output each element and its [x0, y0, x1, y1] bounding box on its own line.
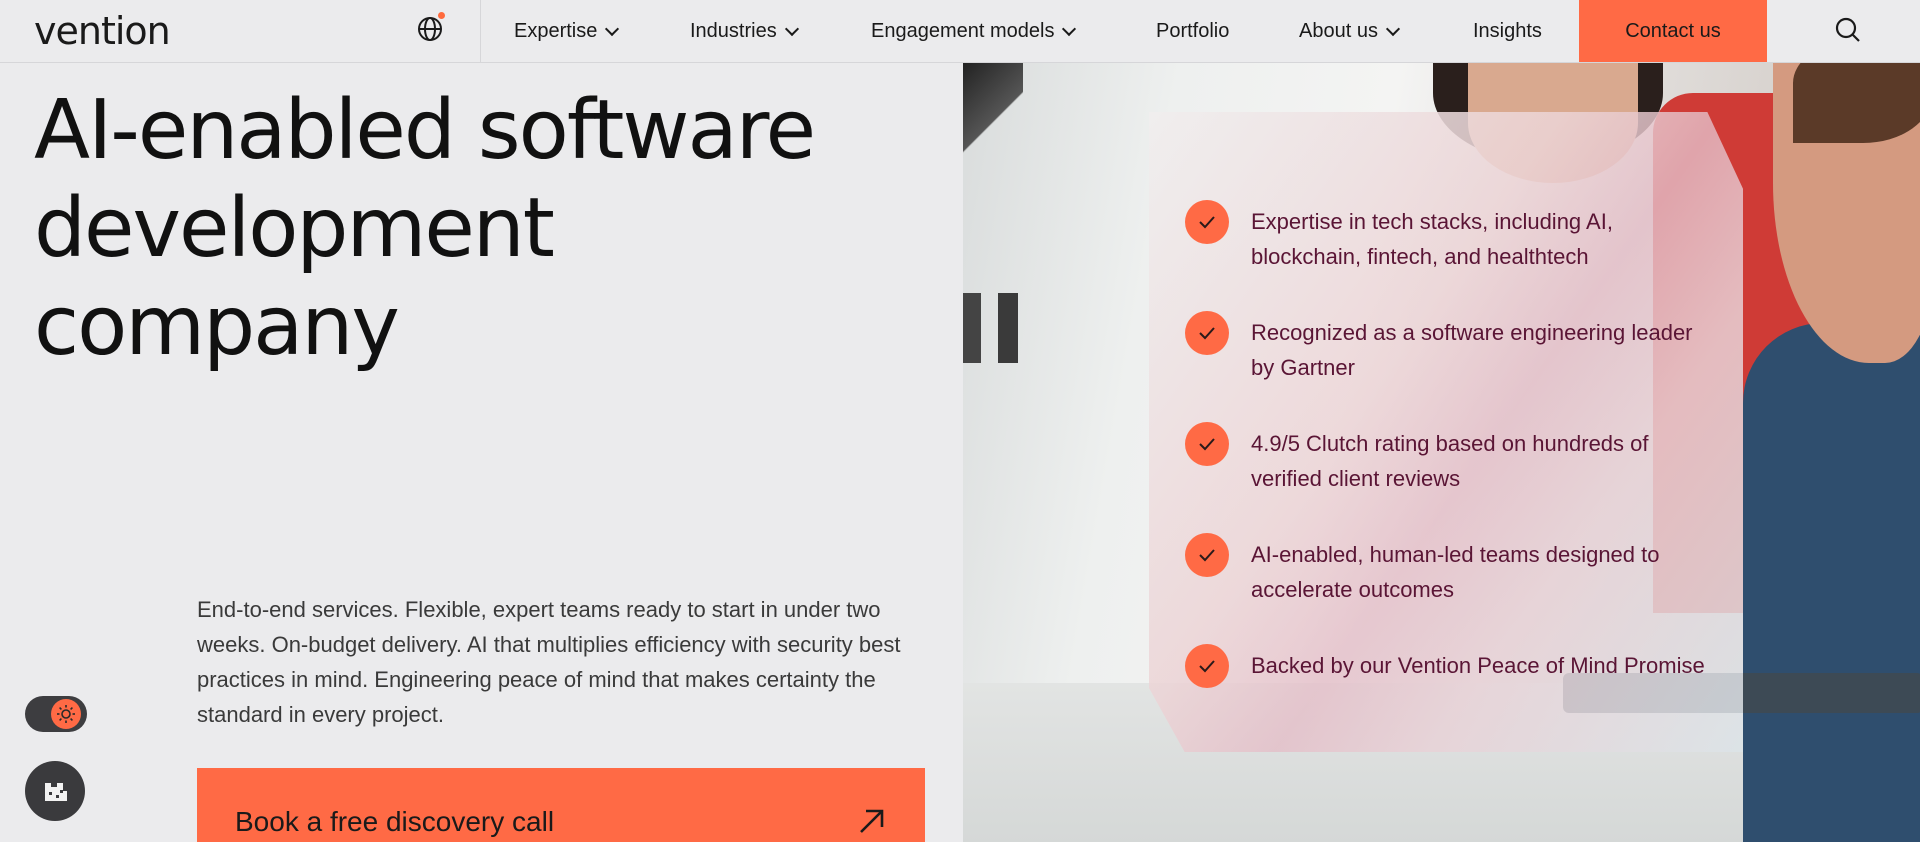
- benefit-text: AI-enabled, human-led teams designed to …: [1251, 542, 1660, 602]
- nav-item-label: Engagement models: [871, 20, 1055, 42]
- nav-item-expertise[interactable]: Expertise: [514, 0, 620, 63]
- nav-item-label: Insights: [1473, 20, 1542, 42]
- nav-item-about-us[interactable]: About us: [1299, 0, 1401, 63]
- contact-us-button[interactable]: Contact us: [1579, 0, 1767, 62]
- nav-item-industries[interactable]: Industries: [690, 0, 799, 63]
- search-icon[interactable]: [1833, 15, 1863, 45]
- nav-item-insights[interactable]: Insights: [1473, 0, 1542, 63]
- check-icon: [1185, 644, 1229, 688]
- cta-label: Book a free discovery call: [235, 806, 555, 837]
- check-icon: [1185, 311, 1229, 355]
- check-icon: [1185, 533, 1229, 577]
- check-icon: [1185, 422, 1229, 466]
- benefit-text: 4.9/5 Clutch rating based on hundreds of…: [1251, 431, 1649, 491]
- man-blue-shirt: [1743, 323, 1920, 842]
- benefit-text: Backed by our Vention Peace of Mind Prom…: [1251, 653, 1705, 678]
- sun-icon: [51, 699, 81, 729]
- book-discovery-call-button[interactable]: Book a free discovery call: [197, 768, 925, 842]
- nav-item-label: About us: [1299, 20, 1378, 42]
- nav-item-label: Industries: [690, 20, 777, 42]
- theme-toggle[interactable]: [25, 696, 87, 732]
- page-title: AI-enabled software development company: [34, 83, 816, 374]
- nav-item-label: Expertise: [514, 20, 598, 42]
- cookie-icon: [45, 783, 67, 801]
- arrow-up-right-icon: [860, 809, 884, 833]
- benefit-text: Expertise in tech stacks, including AI, …: [1251, 209, 1613, 269]
- chevron-down-icon: [605, 21, 620, 36]
- background-pole: [963, 63, 1023, 223]
- site-header: vention Expertise Industries Engagement …: [0, 0, 1920, 63]
- check-icon: [1185, 200, 1229, 244]
- nav-item-portfolio[interactable]: Portfolio: [1156, 0, 1229, 63]
- nav-item-engagement-models[interactable]: Engagement models: [871, 0, 1077, 63]
- hero-description: End-to-end services. Flexible, expert te…: [197, 597, 901, 727]
- man-hair: [1793, 63, 1920, 143]
- background-bottles: [963, 293, 1063, 363]
- chevron-down-icon: [1062, 21, 1077, 36]
- chevron-down-icon: [1385, 21, 1401, 36]
- cookie-settings-button[interactable]: [25, 761, 85, 821]
- nav-item-label: Portfolio: [1156, 20, 1230, 42]
- chevron-down-icon: [784, 21, 799, 36]
- benefit-text: Recognized as a software engineering lea…: [1251, 320, 1693, 380]
